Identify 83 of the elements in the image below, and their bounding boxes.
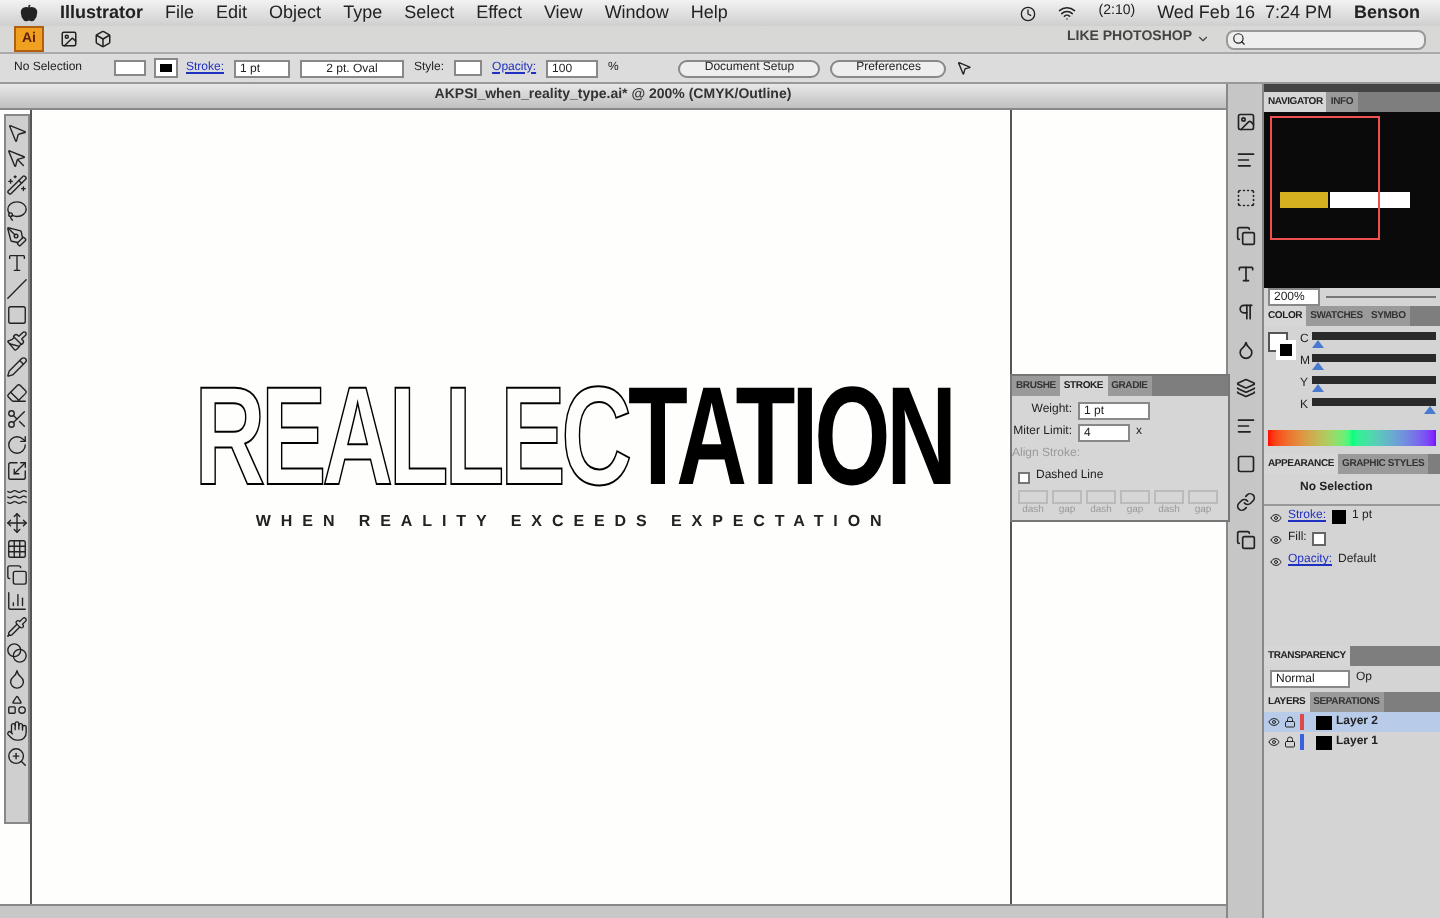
channel-slider[interactable] [1312,332,1436,350]
mesh-icon[interactable] [6,538,28,560]
warp-icon[interactable] [6,486,28,508]
droplet-icon[interactable] [6,668,28,690]
menu-item[interactable]: Object [269,0,322,27]
clock-icon[interactable] [1020,5,1037,21]
menu-item[interactable]: Window [604,0,669,27]
dash-field[interactable] [1188,490,1218,504]
search-field[interactable] [1226,29,1426,49]
wifi-icon[interactable] [1058,4,1077,22]
type-icon[interactable] [6,252,28,274]
bar-graph-icon[interactable] [6,590,28,612]
apple-icon[interactable] [20,4,38,22]
dash-field[interactable] [1120,490,1150,504]
fill-swatch[interactable] [114,60,146,76]
outlined-headline: REALLEC [194,366,628,506]
zoom-icon[interactable] [6,746,28,768]
style-field[interactable] [454,60,483,76]
menu-item[interactable]: Help [690,0,728,27]
menu-item[interactable]: File [165,0,195,27]
scissors-icon[interactable] [6,408,28,430]
shapes-icon[interactable] [6,694,28,716]
visibility-icon[interactable] [1268,716,1280,728]
slider-thumb[interactable] [1312,340,1324,348]
pen-icon[interactable] [6,226,28,248]
dash-field[interactable] [1018,490,1048,504]
channel-slider[interactable] [1312,376,1436,394]
hand-icon[interactable] [6,720,28,742]
pointer-icon[interactable] [956,60,973,76]
links-icon[interactable] [1235,492,1255,512]
pointer-icon[interactable] [6,122,28,144]
menu-item[interactable]: Select [404,0,455,27]
scale-icon[interactable] [6,460,28,482]
dash-field[interactable] [1086,490,1116,504]
slider-thumb[interactable] [1312,384,1324,392]
color-spectrum[interactable] [1268,430,1436,446]
rotate-icon[interactable] [6,434,28,456]
eyedropper-icon[interactable] [6,616,28,638]
paragraph-icon[interactable] [1235,302,1255,322]
menu-item[interactable]: Effect [476,0,522,27]
visibility-icon[interactable] [1270,533,1282,545]
stroke-swatch[interactable] [1332,510,1347,524]
fill-swatch[interactable] [1312,532,1327,546]
slider-thumb[interactable] [1312,362,1324,370]
image-icon[interactable] [1235,112,1255,132]
blend-icon[interactable] [6,642,28,664]
layers-icon[interactable] [1235,378,1255,398]
align-icon[interactable] [1235,150,1255,170]
solid-headline: TATION [627,366,953,506]
slider-thumb[interactable] [1424,406,1436,414]
line-icon[interactable] [6,278,28,300]
paintbrush-icon[interactable] [6,330,28,352]
menu-item[interactable]: View [543,0,583,27]
eraser-icon[interactable] [6,382,28,404]
copy-icon[interactable] [6,564,28,586]
channel-slider[interactable] [1312,398,1436,416]
lock-icon[interactable] [1284,736,1296,748]
visibility-icon[interactable] [1270,555,1282,567]
move-icon[interactable] [6,512,28,534]
caret-icon [1196,32,1210,46]
character-icon[interactable] [1235,264,1255,284]
tagline: WHEN REALITY EXCEEDS EXPECTATION [255,510,892,534]
dash-field[interactable] [1154,490,1184,504]
magic-wand-icon[interactable] [6,174,28,196]
rectangle-icon[interactable] [6,304,28,326]
lock-icon[interactable] [1284,716,1296,728]
menu-item[interactable]: Type [343,0,383,27]
app-menu[interactable]: Illustrator [60,0,144,27]
hollow-pointer-icon[interactable] [6,148,28,170]
dash-field[interactable] [1052,490,1082,504]
channel-slider[interactable] [1312,354,1436,372]
pencil-icon[interactable] [6,356,28,378]
clock-text[interactable]: Wed Feb 16 7:24 PM [1157,0,1332,27]
visibility-icon[interactable] [1268,736,1280,748]
menu-item[interactable]: Edit [216,0,248,27]
droplet-icon[interactable] [1235,340,1255,360]
search-icon [1232,32,1246,46]
visibility-icon[interactable] [1270,511,1282,523]
stroke-swatch[interactable] [156,60,176,76]
user-name[interactable]: Benson [1353,0,1420,27]
fill-stroke-swatches[interactable] [1268,332,1296,360]
lasso-icon[interactable] [6,200,28,222]
dashed-line-checkbox[interactable] [1018,471,1030,483]
